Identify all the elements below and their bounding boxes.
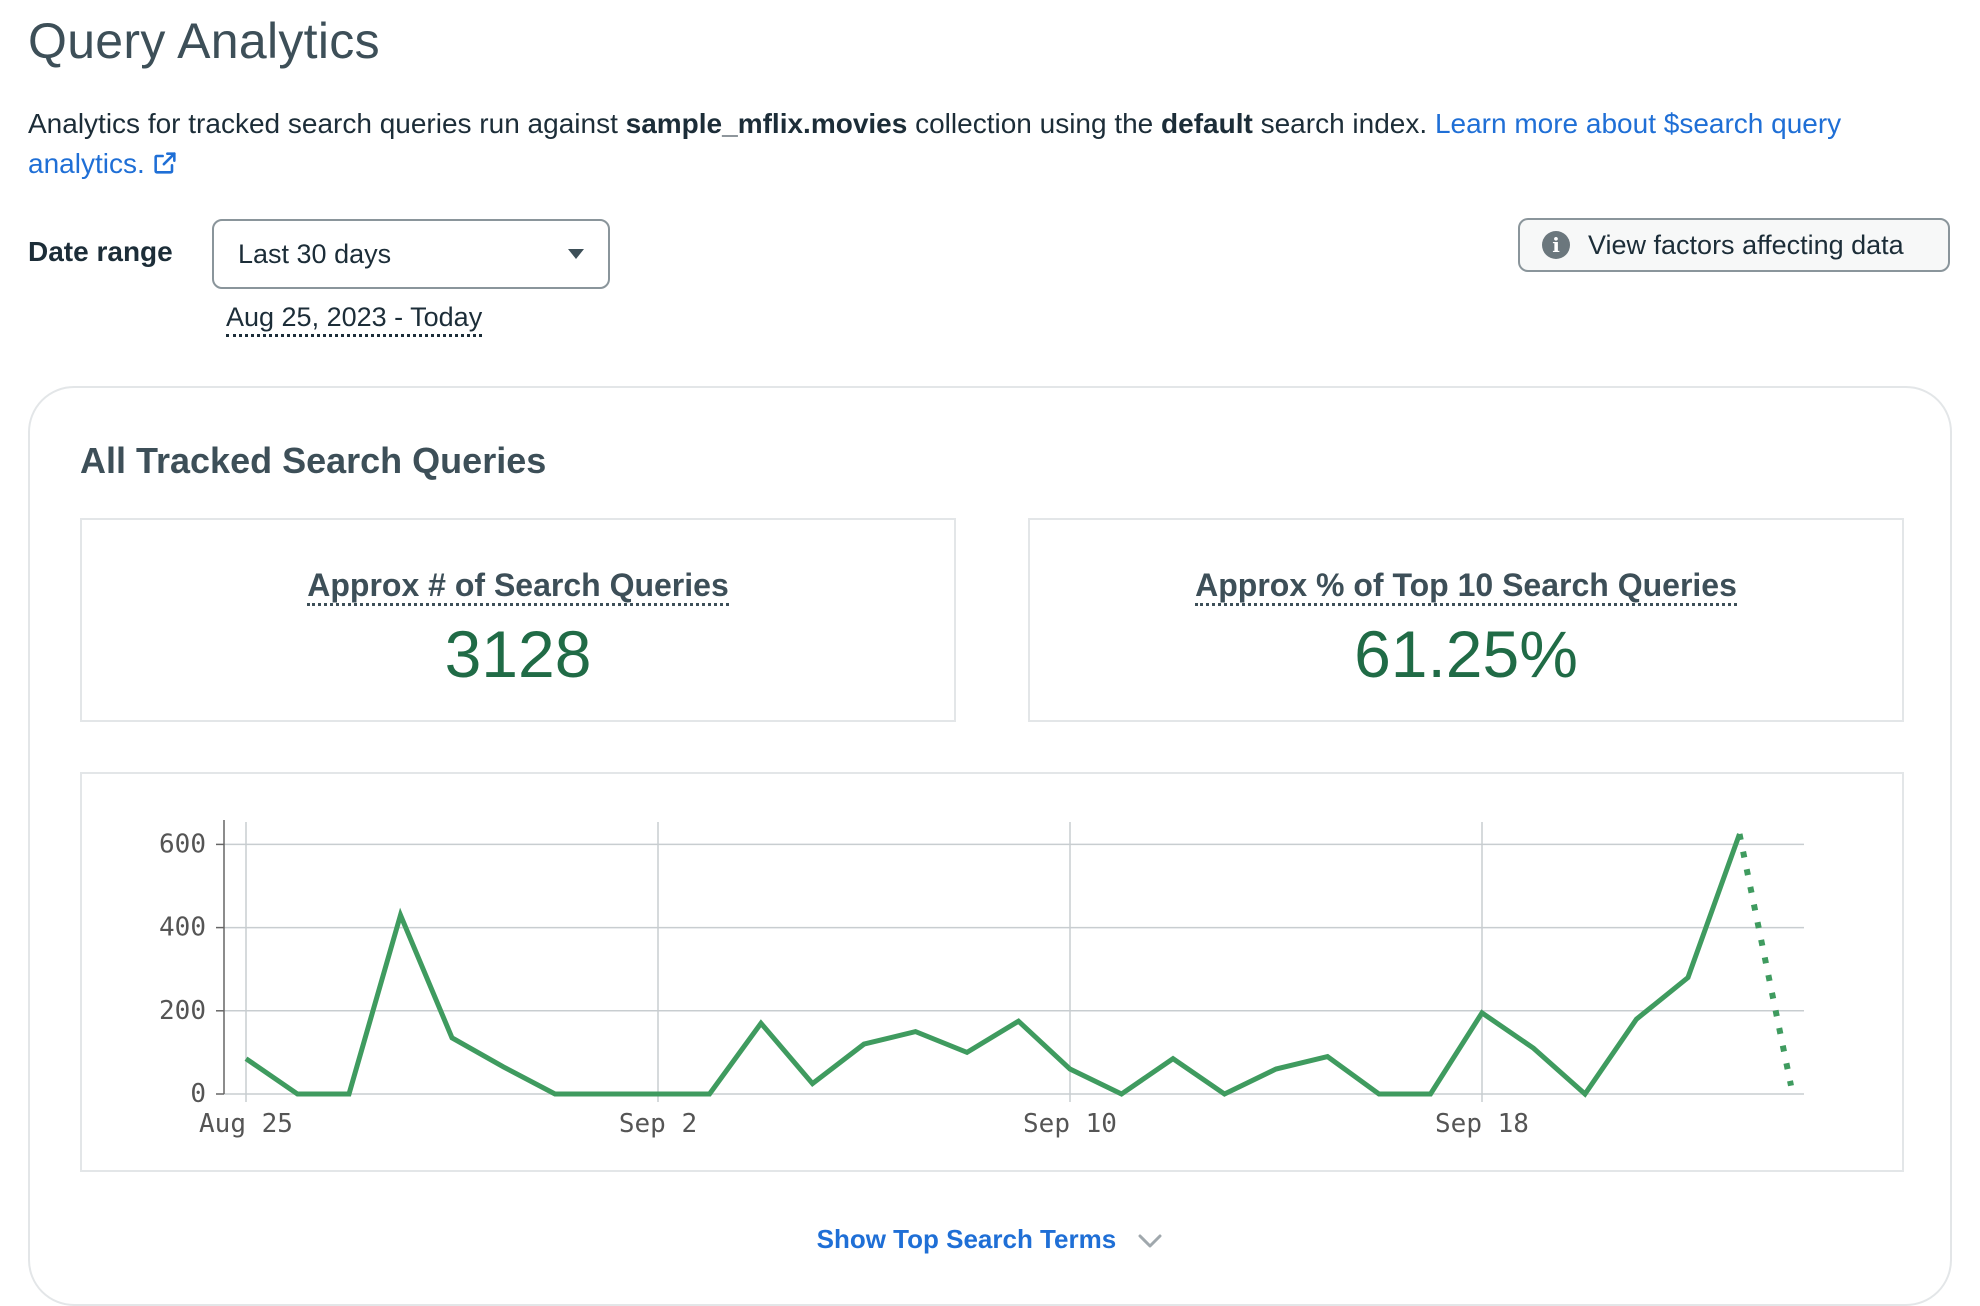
chevron-down-icon [1138,1234,1162,1248]
x-tick-label: Sep 10 [1023,1109,1117,1139]
y-tick-label: 0 [190,1079,206,1109]
x-tick-label: Sep 18 [1435,1109,1529,1139]
x-tick-label: Sep 2 [619,1109,697,1139]
info-icon: i [1542,231,1570,259]
stat-top10-label[interactable]: Approx % of Top 10 Search Queries [1195,567,1737,606]
series-line-solid [244,833,1742,1098]
stat-top10-label-wrap: Approx % of Top 10 Search Queries [1030,566,1902,606]
stat-queries-box: Approx # of Search Queries 3128 [80,518,956,722]
stat-queries-label[interactable]: Approx # of Search Queries [307,567,729,606]
series-line-dashed [1736,833,1794,1087]
card-title: All Tracked Search Queries [80,440,547,481]
description-suffix: search index. [1252,108,1435,139]
collection-name: sample_mflix.movies [625,108,908,139]
queries-line-chart: 0 200 400 600 Aug 25 Sep 2 Sep 10 Sep 18 [159,820,1804,1139]
description-prefix: Analytics for tracked search queries run… [28,108,626,139]
stat-queries-value: 3128 [444,617,592,691]
query-analytics-page: Query Analytics Analytics for tracked se… [0,0,1980,1306]
x-tick-label: Aug 25 [199,1109,293,1139]
description-middle: collection using the [907,108,1162,139]
stat-top10-box: Approx % of Top 10 Search Queries 61.25% [1028,518,1904,722]
y-tick-label: 400 [159,913,206,943]
show-top-search-terms-button[interactable]: Show Top Search Terms [30,1224,1950,1255]
date-range-label: Date range [28,236,173,267]
view-factors-label: View factors affecting data [1588,229,1904,260]
queries-chart: 0 200 400 600 Aug 25 Sep 2 Sep 10 Sep 18 [80,772,1904,1172]
stat-top10-value: 61.25% [1354,617,1578,691]
page-description: Analytics for tracked search queries run… [28,104,1958,184]
show-top-search-terms-label: Show Top Search Terms [816,1224,1117,1254]
caret-down-icon [568,249,584,259]
date-range-select[interactable]: Last 30 days [212,219,610,289]
stat-queries-label-wrap: Approx # of Search Queries [82,566,954,606]
view-factors-button[interactable]: i View factors affecting data [1518,218,1950,272]
y-tick-label: 600 [159,829,206,859]
page-title: Query Analytics [28,13,380,69]
y-tick-label: 200 [159,996,206,1026]
date-range-text: Aug 25, 2023 - Today [226,300,483,337]
date-range-selected-value: Last 30 days [238,238,392,269]
tracked-queries-card: All Tracked Search Queries Approx # of S… [28,386,1952,1306]
external-link-icon[interactable] [151,149,179,177]
index-name: default [1161,108,1253,139]
